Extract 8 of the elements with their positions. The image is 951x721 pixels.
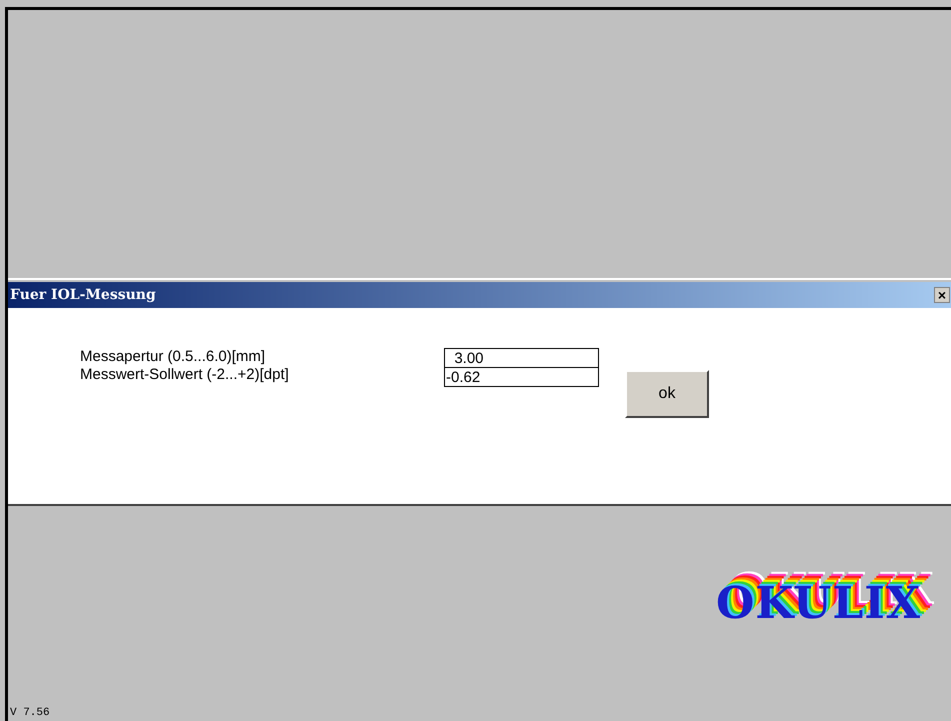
- ok-button[interactable]: ok: [625, 370, 709, 418]
- dialog-title: Fuer IOL-Messung: [10, 287, 156, 303]
- field-label: Messwert-Sollwert (-2...+2)[dpt]: [80, 366, 290, 384]
- version-label: V 7.56: [9, 707, 51, 721]
- field-label: Messapertur (0.5...6.0)[mm]: [80, 348, 266, 366]
- close-button[interactable]: ×: [934, 287, 950, 303]
- input-field[interactable]: 3.00: [444, 348, 599, 368]
- input-field[interactable]: -0.62: [444, 367, 599, 387]
